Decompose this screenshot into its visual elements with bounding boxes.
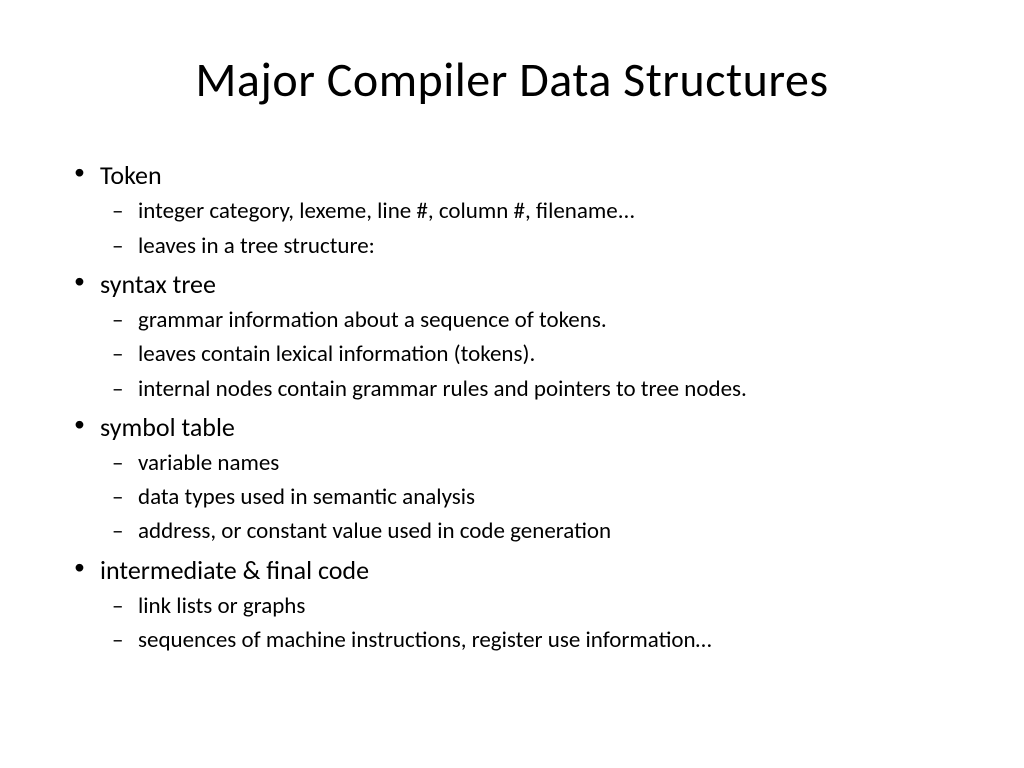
list-item: leaves in a tree structure: — [138, 230, 954, 262]
list-item: sequences of machine instructions, regis… — [138, 624, 954, 656]
list-item: integer category, lexeme, line #, column… — [138, 195, 954, 227]
list-item: data types used in semantic analysis — [138, 481, 954, 513]
bullet-list-level2: variable names data types used in semant… — [100, 447, 954, 548]
list-item: leaves contain lexical information (toke… — [138, 338, 954, 370]
bullet-list-level1: Token integer category, lexeme, line #, … — [70, 157, 954, 656]
list-item: syntax tree grammar information about a … — [100, 266, 954, 405]
bullet-list-level2: link lists or graphs sequences of machin… — [100, 590, 954, 656]
list-item: address, or constant value used in code … — [138, 515, 954, 547]
bullet-list-level2: integer category, lexeme, line #, column… — [100, 195, 954, 261]
list-item: variable names — [138, 447, 954, 479]
list-item: Token integer category, lexeme, line #, … — [100, 157, 954, 262]
list-item: internal nodes contain grammar rules and… — [138, 373, 954, 405]
list-item: symbol table variable names data types u… — [100, 409, 954, 548]
list-item: link lists or graphs — [138, 590, 954, 622]
list-item: grammar information about a sequence of … — [138, 304, 954, 336]
bullet-label: Token — [100, 159, 162, 191]
list-item: intermediate & final code link lists or … — [100, 552, 954, 657]
bullet-label: symbol table — [100, 411, 235, 443]
bullet-label: syntax tree — [100, 268, 216, 300]
bullet-list-level2: grammar information about a sequence of … — [100, 304, 954, 405]
slide-title: Major Compiler Data Structures — [70, 50, 954, 109]
bullet-label: intermediate & final code — [100, 554, 369, 586]
